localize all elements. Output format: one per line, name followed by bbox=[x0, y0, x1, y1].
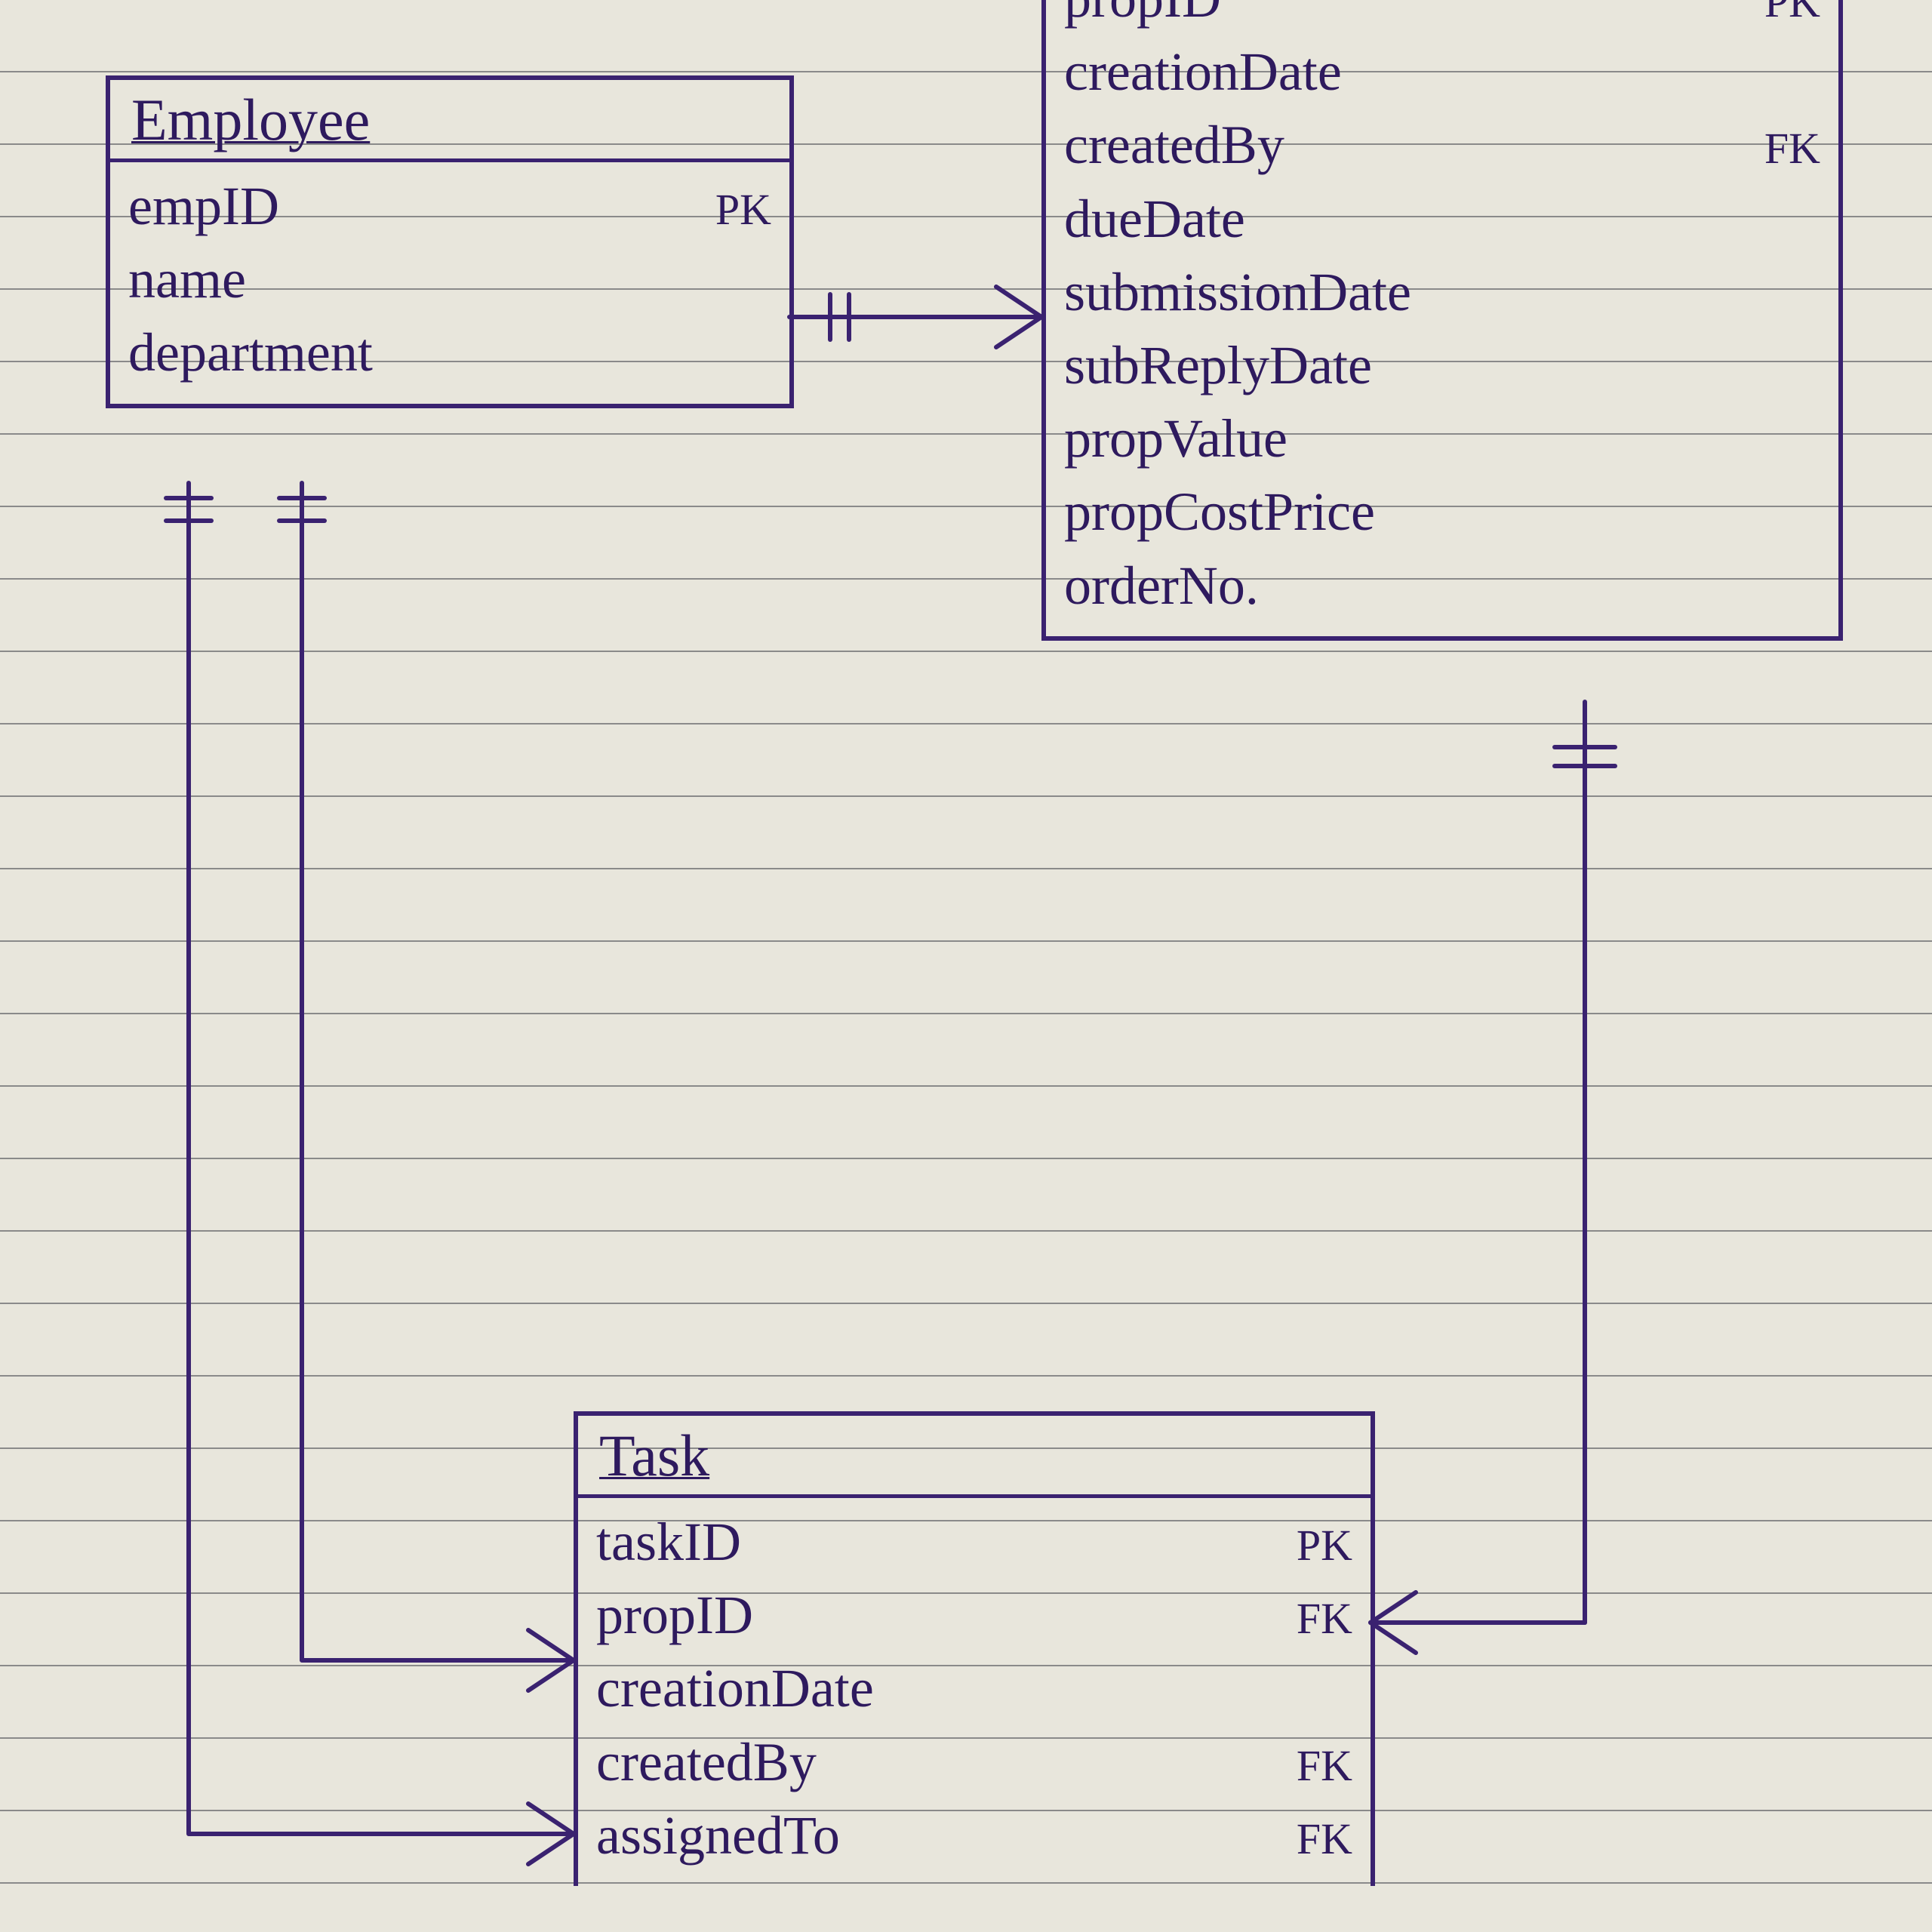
entity-employee: Employee empID PK name department bbox=[106, 75, 794, 408]
entity-title: Task bbox=[578, 1416, 1371, 1498]
attr-row: taskID PK bbox=[596, 1506, 1352, 1579]
rel-employee-task-cardinality bbox=[166, 483, 325, 528]
attr-row: department bbox=[128, 316, 771, 389]
attr-row: subReplyDate bbox=[1064, 329, 1820, 402]
attr-key: PK bbox=[1737, 0, 1820, 32]
attr-name: submissionDate bbox=[1064, 256, 1737, 329]
entity-attrs: empID PK name department bbox=[110, 162, 789, 404]
attr-key: FK bbox=[1269, 1589, 1352, 1648]
attr-row: orderNo. bbox=[1064, 549, 1820, 623]
attr-row: propCostPrice bbox=[1064, 475, 1820, 549]
attr-row: createdBy FK bbox=[1064, 109, 1820, 182]
attr-row: creationDate bbox=[596, 1652, 1352, 1725]
attr-name: creationDate bbox=[1064, 35, 1737, 109]
attr-row: creationDate bbox=[1064, 35, 1820, 109]
attr-name: propCostPrice bbox=[1064, 475, 1737, 549]
attr-row: propID PK bbox=[1064, 0, 1820, 35]
attr-key: FK bbox=[1269, 1737, 1352, 1795]
attr-name: assignedTo bbox=[596, 1799, 1269, 1872]
attr-name: orderNo. bbox=[1064, 549, 1737, 623]
attr-name: empID bbox=[128, 170, 688, 243]
attr-row: dueDate bbox=[1064, 183, 1820, 256]
attr-name: department bbox=[128, 316, 688, 389]
attr-row: empID PK bbox=[128, 170, 771, 243]
attr-row: propValue bbox=[1064, 402, 1820, 475]
attr-name: name bbox=[128, 243, 688, 316]
attr-name: propValue bbox=[1064, 402, 1737, 475]
rel-proposal-task bbox=[1371, 702, 1615, 1653]
entity-attrs: taskID PK propID FK creationDate created… bbox=[578, 1498, 1371, 1886]
attr-name: createdBy bbox=[596, 1726, 1269, 1799]
attr-row: createdBy FK bbox=[596, 1726, 1352, 1799]
entity-attrs: propID PK creationDate createdBy FK dueD… bbox=[1046, 0, 1838, 636]
attr-row: submissionDate bbox=[1064, 256, 1820, 329]
rel-employee-proposal bbox=[789, 287, 1041, 347]
rel-employee-task-createdby bbox=[302, 528, 574, 1690]
rel-employee-task-assignedto bbox=[189, 528, 574, 1864]
entity-title: Employee bbox=[110, 80, 789, 162]
attr-name: propID bbox=[1064, 0, 1737, 35]
attr-name: creationDate bbox=[596, 1652, 1269, 1725]
attr-key: FK bbox=[1269, 1810, 1352, 1869]
attr-row: name bbox=[128, 243, 771, 316]
attr-name: taskID bbox=[596, 1506, 1269, 1579]
attr-name: createdBy bbox=[1064, 109, 1737, 182]
entity-task: Task taskID PK propID FK creationDate cr… bbox=[574, 1411, 1375, 1886]
attr-name: propID bbox=[596, 1579, 1269, 1652]
attr-key: PK bbox=[1269, 1516, 1352, 1575]
attr-key: FK bbox=[1737, 119, 1820, 178]
attr-key: PK bbox=[688, 180, 771, 239]
attr-name: subReplyDate bbox=[1064, 329, 1737, 402]
attr-row: assignedTo FK bbox=[596, 1799, 1352, 1872]
entity-proposal: propID PK creationDate createdBy FK dueD… bbox=[1041, 0, 1843, 641]
attr-row: propID FK bbox=[596, 1579, 1352, 1652]
attr-name: dueDate bbox=[1064, 183, 1737, 256]
